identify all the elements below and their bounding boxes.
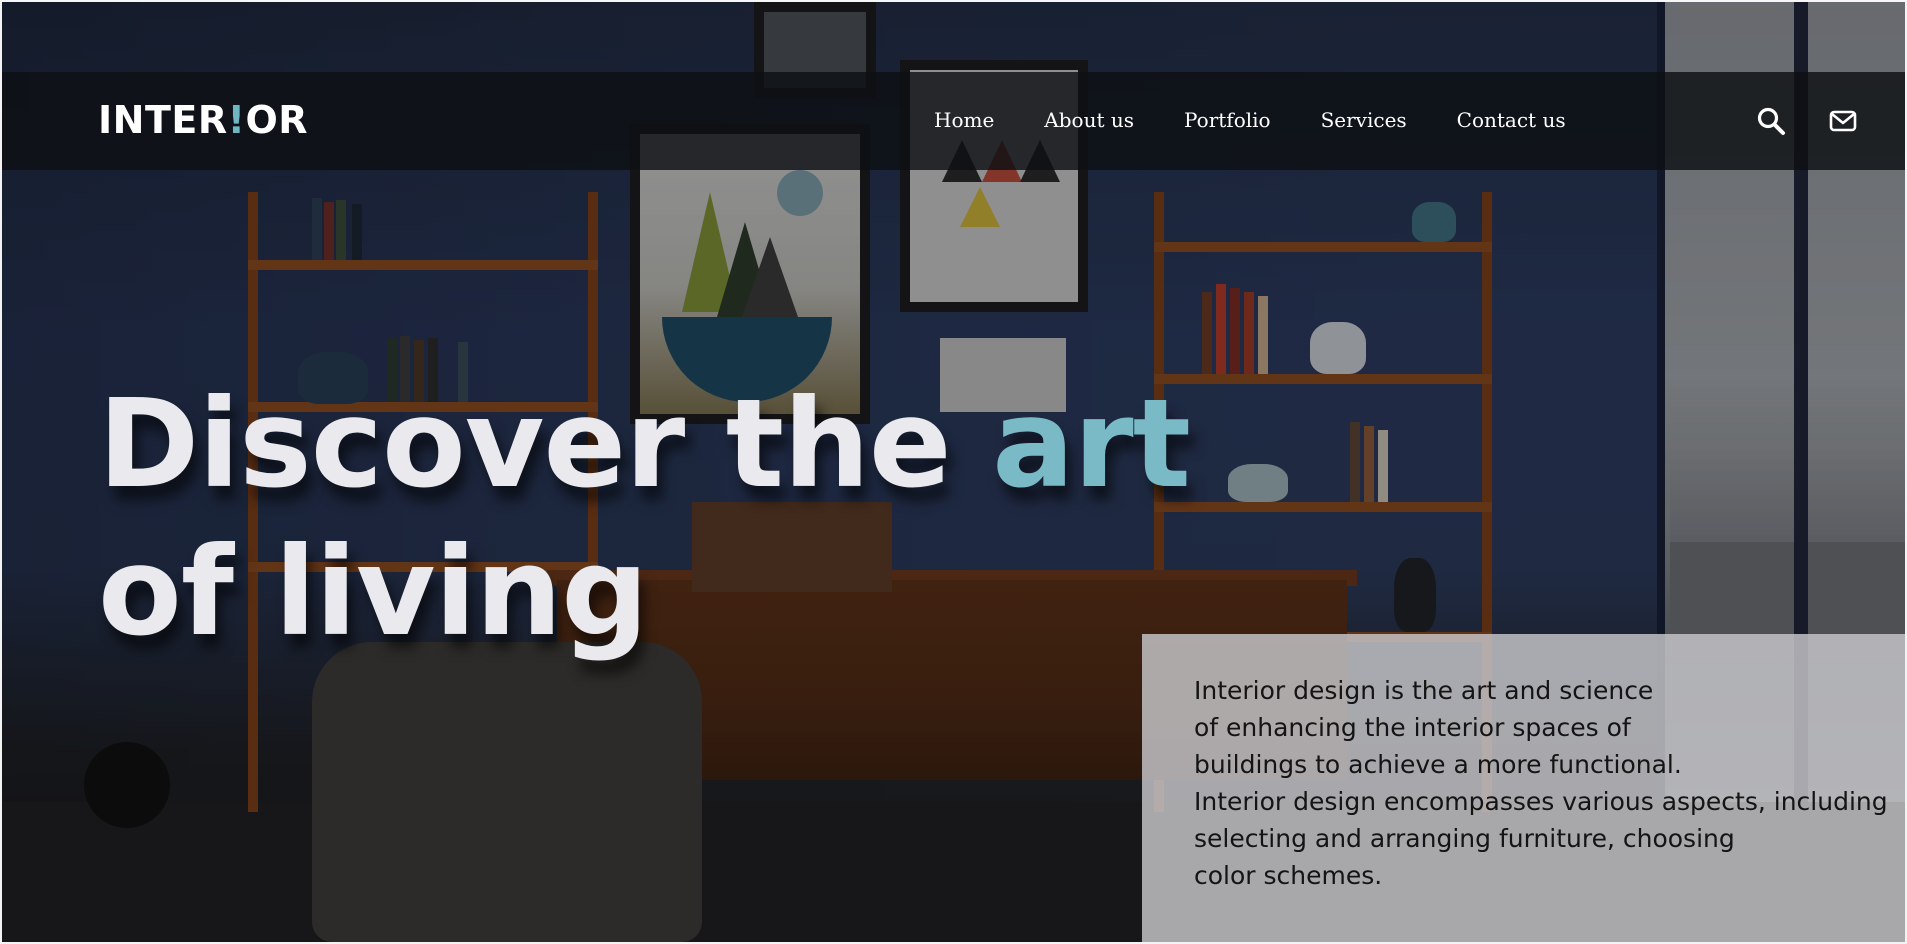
navbar: INTER!OR Home About us Portfolio Service… [2, 72, 1905, 170]
description-text: Interior design is the art and science o… [1194, 672, 1894, 894]
description-line: Interior design encompasses various aspe… [1194, 787, 1888, 816]
logo-text-start: INTER [98, 98, 228, 142]
nav-link-services[interactable]: Services [1321, 108, 1407, 132]
description-panel: Interior design is the art and science o… [1142, 634, 1905, 942]
nav-link-contact-us[interactable]: Contact us [1457, 108, 1566, 132]
logo-text-end: OR [245, 98, 309, 142]
headline-text: Discover the [98, 373, 993, 515]
nav-link-portfolio[interactable]: Portfolio [1184, 108, 1271, 132]
nav-links: Home About us Portfolio Services Contact… [934, 108, 1616, 132]
search-icon[interactable] [1756, 106, 1786, 136]
nav-link-about-us[interactable]: About us [1044, 108, 1134, 132]
nav-icons [1756, 106, 1858, 136]
nav-link-home[interactable]: Home [934, 108, 994, 132]
hero-headline: Discover the art of living [98, 370, 1191, 666]
description-line: color schemes. [1194, 861, 1383, 890]
logo[interactable]: INTER!OR [98, 98, 308, 142]
headline-accent: art [992, 373, 1191, 515]
description-line: buildings to achieve a more functional. [1194, 750, 1682, 779]
description-line: selecting and arranging furniture, choos… [1194, 824, 1735, 853]
logo-mark: ! [227, 98, 246, 142]
description-line: Interior design is the art and science [1194, 676, 1654, 705]
description-line: of enhancing the interior spaces of [1194, 713, 1631, 742]
headline-line-2: of living [98, 521, 649, 663]
mail-icon[interactable] [1828, 106, 1858, 136]
hero-section: INTER!OR Home About us Portfolio Service… [0, 0, 1907, 944]
